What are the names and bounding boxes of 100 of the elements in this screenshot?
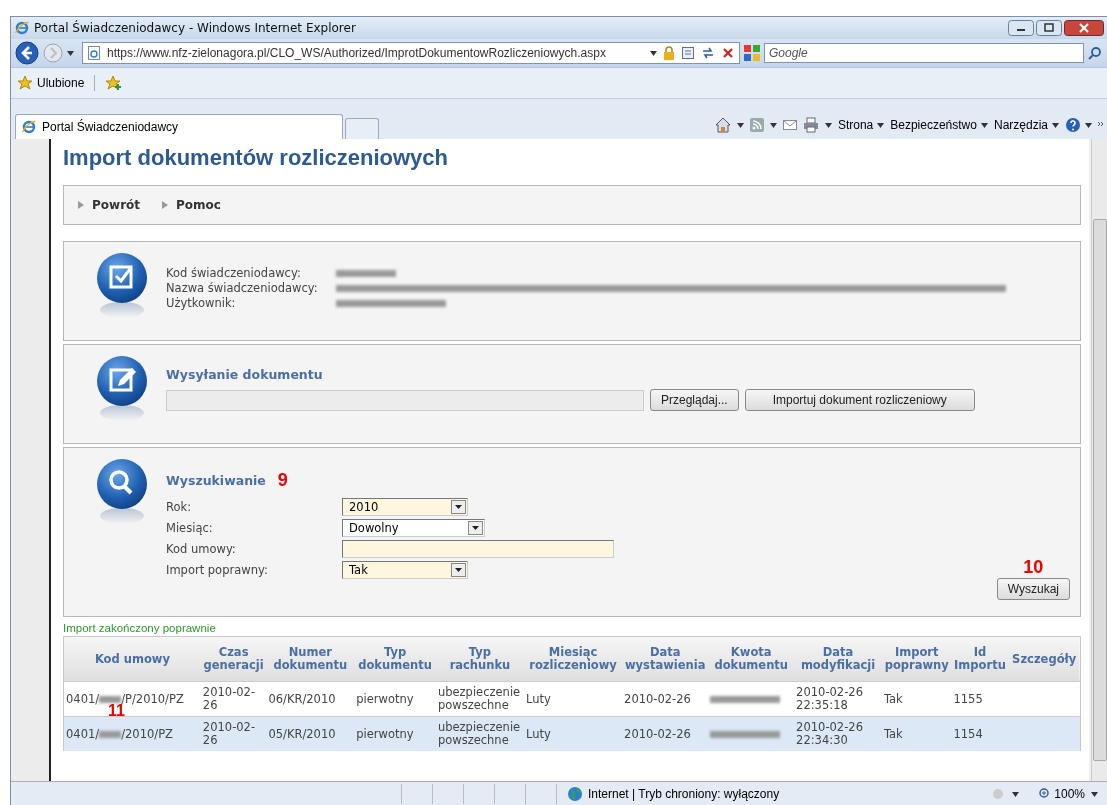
table-cell: pierwotny: [356, 726, 414, 741]
table-cell: Luty: [526, 726, 551, 741]
field-label: Kod umowy:: [166, 542, 237, 556]
table-cell: 2010-02-26 22:34:30: [796, 720, 863, 747]
annotation-number: 11: [108, 704, 125, 717]
scrollbar-thumb[interactable]: [1093, 219, 1107, 761]
window-title: Portal Świadczeniodawcy - Windows Internet Explorer: [34, 21, 357, 35]
url-text: https://www.nfz-zielonagora.pl/CLO_WS/Authorized/ImprotDokumentowRozliczeniowych.aspx: [107, 46, 607, 60]
status-message: Import zakończony poprawnie: [63, 622, 217, 634]
add-favorite-icon: [105, 75, 124, 91]
refresh-icon: [701, 46, 715, 60]
file-path-field[interactable]: [166, 389, 644, 411]
table-cell: 05/KR/2010: [268, 726, 336, 741]
column-header[interactable]: Czas generacji: [200, 637, 267, 682]
nav-link[interactable]: Powrót: [78, 198, 141, 212]
padlock-icon: [663, 46, 675, 60]
star-icon: [17, 75, 33, 91]
field-label: Miesiąc:: [166, 521, 214, 535]
page-icon: [87, 46, 101, 60]
column-header[interactable]: Typ rachunku: [435, 637, 524, 682]
field-label: Kod świadczeniodawcy:: [166, 266, 302, 281]
browser-logo-icon: [15, 21, 29, 35]
table-cell: /2010/PZ: [121, 727, 173, 741]
table-cell: Tak: [883, 726, 903, 741]
table-cell: Luty: [526, 691, 551, 706]
annotation-number: 10: [1023, 557, 1044, 578]
table-cell: ubezpieczenie powszechne: [437, 720, 521, 747]
browser-logo-icon: [22, 120, 36, 134]
table-cell: 1154: [953, 726, 983, 741]
table-cell: 2010-02-26: [202, 720, 256, 747]
security-zone-text: Internet | Tryb chroniony: wyłączony: [588, 787, 780, 801]
zoom-button[interactable]: 100%: [1039, 787, 1085, 801]
new-tab-button[interactable]: [345, 118, 379, 139]
back-icon: [15, 41, 39, 65]
table-cell: 2010-02-26: [624, 691, 691, 706]
column-header[interactable]: Numer dokumentu: [266, 637, 355, 682]
caret-down-icon: [877, 122, 885, 128]
caret-down-icon: [650, 50, 657, 56]
table-cell: /P/2010/PZ: [121, 692, 184, 706]
caret-down-icon: [1085, 122, 1092, 128]
minimize-icon: [1008, 20, 1034, 36]
dropdown[interactable]: Dowolny: [342, 519, 485, 537]
table-cell: pierwotny: [356, 691, 414, 706]
scrollbar[interactable]: [1091, 139, 1107, 781]
menu-button[interactable]: Strona: [837, 118, 885, 132]
search-field[interactable]: Google: [764, 43, 1084, 63]
table-cell: 1155: [953, 691, 983, 706]
close-icon: [1064, 20, 1104, 36]
chevron-icon: [1098, 121, 1104, 129]
table-cell: 2010-02-26: [624, 726, 691, 741]
field-label: Użytkownik:: [166, 296, 237, 311]
address-field[interactable]: https://www.nfz-zielonagora.pl/CLO_WS/Authorized/ImprotDokumentowRozliczeniowych.aspx: [82, 42, 740, 64]
page-title: Import dokumentów rozliczeniowych: [63, 145, 450, 171]
zoom-icon: [1039, 788, 1052, 800]
section-title: Wyszukiwanie: [166, 472, 266, 488]
certificate-icon: [681, 46, 695, 60]
home-icon: [714, 117, 731, 133]
caret-down-icon: [1091, 791, 1098, 797]
browse-button[interactable]: Przeglądaj...: [650, 389, 739, 411]
help-button[interactable]: [1065, 117, 1092, 133]
favorites-button[interactable]: Ulubione: [17, 75, 96, 91]
column-header[interactable]: Szczegóły: [1008, 637, 1080, 682]
section-title: Wysyłanie dokumentu: [166, 367, 324, 382]
column-header[interactable]: Kwota dokumentu: [708, 637, 795, 682]
table-cell: 0401/: [66, 692, 100, 706]
annotation-number: 9: [277, 469, 288, 491]
redacted-value: [99, 695, 122, 703]
printer-icon: [802, 117, 819, 133]
table-cell: 06/KR/2010: [268, 691, 336, 706]
help-icon: [1065, 117, 1081, 133]
caret-down-icon: [67, 50, 74, 56]
search-button[interactable]: Wyszukaj: [996, 578, 1070, 600]
table-cell: 2010-02-26 22:35:18: [796, 685, 863, 712]
column-header[interactable]: Miesiąc rozliczeniowy: [524, 637, 623, 682]
caret-down-icon: [1012, 791, 1020, 797]
dropdown[interactable]: 2010: [342, 498, 468, 516]
menu-button[interactable]: Narzędzia: [993, 118, 1059, 132]
nav-link[interactable]: Pomoc: [162, 198, 221, 212]
feed-icon: [749, 118, 764, 132]
browser-tab[interactable]: Portal Świadczeniodawcy: [15, 114, 343, 139]
triangle-icon: [78, 201, 84, 209]
caret-down-icon: [980, 122, 988, 128]
column-header[interactable]: Import poprawny: [881, 637, 952, 682]
search-icon: [1088, 46, 1102, 60]
field-label: Nazwa świadczeniodawcy:: [166, 281, 319, 296]
caret-down-icon: [769, 122, 777, 128]
caret-down-icon: [736, 122, 744, 128]
column-header[interactable]: Typ dokumentu: [354, 637, 436, 682]
import-button[interactable]: Importuj dokument rozliczeniowy: [744, 389, 975, 411]
column-header[interactable]: Data modyfikacji: [794, 637, 882, 682]
redacted-value: [710, 730, 781, 738]
column-header[interactable]: Id Importu: [951, 637, 1009, 682]
column-header[interactable]: Kod umowy: [64, 637, 201, 682]
text-field[interactable]: [342, 540, 614, 558]
menu-button[interactable]: Bezpieczeństwo: [890, 118, 988, 132]
globe-icon: [567, 786, 583, 802]
caret-down-icon: [824, 122, 832, 128]
redacted-value: [99, 730, 122, 738]
dropdown[interactable]: Tak: [342, 561, 468, 579]
column-header[interactable]: Data wystawienia: [622, 637, 709, 682]
